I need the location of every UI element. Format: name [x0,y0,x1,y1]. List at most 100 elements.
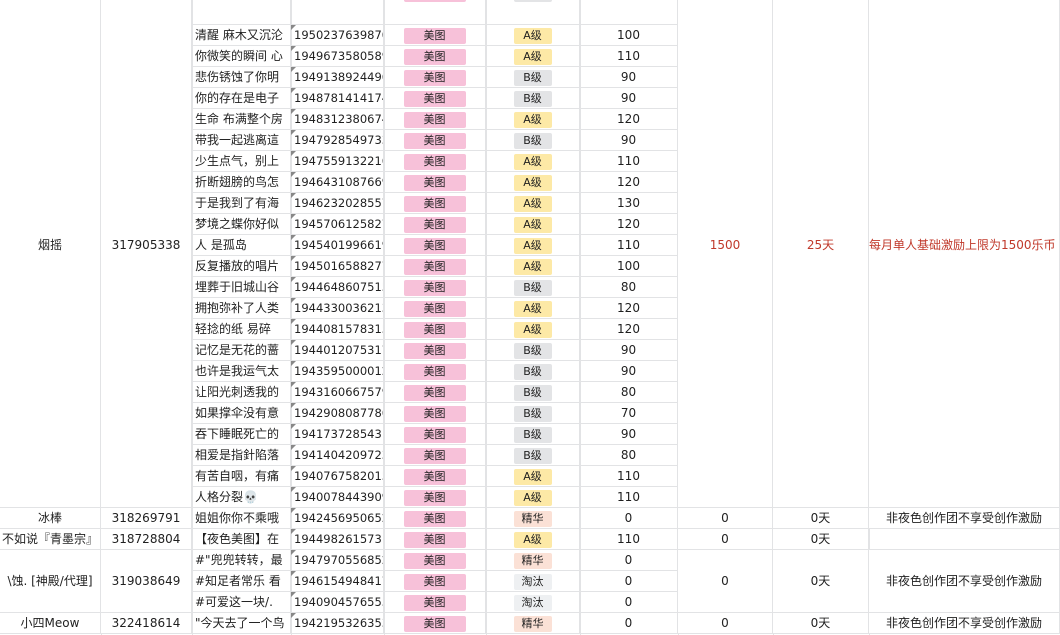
grade-cell[interactable]: B级 [486,340,580,361]
title-cell[interactable]: 人格分裂💀 [192,487,291,508]
score-cell[interactable]: 120 [580,109,678,130]
category-cell[interactable]: 美图 [384,0,486,25]
id-cell[interactable]: 19443300362136 [291,298,384,319]
category-cell[interactable]: 美图 [384,298,486,319]
score-cell[interactable]: 90 [580,0,678,25]
title-cell[interactable]: #可爱这一块/. [192,592,291,613]
uid-cell[interactable]: 322418614 [101,613,192,634]
title-cell[interactable]: 生命 布满整个房 [192,109,291,130]
id-cell[interactable]: 19479285497339 [291,130,384,151]
score-cell[interactable]: 90 [580,340,678,361]
grade-cell[interactable]: B级 [486,0,580,25]
score-cell[interactable]: 120 [580,172,678,193]
title-cell[interactable]: 人 是孤岛 [192,235,291,256]
days-cell[interactable]: 0天 [773,550,869,613]
category-cell[interactable]: 美图 [384,592,486,613]
grade-cell[interactable]: A级 [486,193,580,214]
grade-cell[interactable]: A级 [486,172,580,193]
uid-cell[interactable]: 318269791 [101,508,192,529]
title-cell[interactable]: 吞下睡眠死亡的 [192,424,291,445]
title-cell[interactable]: 有苦自咽，有痛 [192,466,291,487]
category-cell[interactable]: 美图 [384,319,486,340]
category-cell[interactable]: 美图 [384,487,486,508]
title-cell[interactable]: #"兜兜转转，最 [192,550,291,571]
note-cell[interactable]: 每月单人基础激励上限为1500乐币 [869,0,1060,508]
title-cell[interactable]: 拥抱弥补了人类 [192,298,291,319]
grade-cell[interactable]: B级 [486,67,580,88]
id-cell[interactable]: 19417372854310 [291,424,384,445]
score-cell[interactable]: 100 [580,256,678,277]
id-cell[interactable]: 19450165882779 [291,256,384,277]
note-cell[interactable]: 非夜色创作团不享受创作激励 [869,550,1060,613]
id-cell[interactable]: 19400784439095 [291,487,384,508]
grade-cell[interactable]: B级 [486,88,580,109]
title-cell[interactable]: 让阳光刺透我的 [192,382,291,403]
title-cell[interactable]: 清醒 麻木又沉沦 [192,25,291,46]
note-cell[interactable] [869,529,1060,550]
score-cell[interactable]: 110 [580,466,678,487]
grade-cell[interactable]: A级 [486,25,580,46]
grade-cell[interactable]: A级 [486,151,580,172]
id-cell[interactable]: 19457061258273 [291,214,384,235]
grade-cell[interactable]: B级 [486,445,580,466]
category-cell[interactable]: 美图 [384,235,486,256]
grade-cell[interactable]: A级 [486,256,580,277]
uid-cell[interactable]: 319038649 [101,550,192,613]
id-cell[interactable]: 19409045765552 [291,592,384,613]
id-cell[interactable]: 19502376398704 [291,25,384,46]
title-cell[interactable]: 你的存在是电子 [192,88,291,109]
days-cell[interactable]: 0天 [773,508,869,529]
grade-cell[interactable]: A级 [486,466,580,487]
score-cell[interactable]: 90 [580,67,678,88]
amount-cell[interactable]: 0 [678,550,773,613]
uid-cell[interactable]: 317905338 [101,0,192,508]
category-cell[interactable]: 美图 [384,571,486,592]
category-cell[interactable]: 美图 [384,445,486,466]
score-cell[interactable]: 120 [580,319,678,340]
id-cell[interactable]: 19424569506523 [291,508,384,529]
id-cell[interactable]: 19475591322164 [291,151,384,172]
grade-cell[interactable]: B级 [486,130,580,151]
score-cell[interactable]: 100 [580,25,678,46]
category-cell[interactable]: 美图 [384,613,486,634]
score-cell[interactable]: 120 [580,298,678,319]
category-cell[interactable]: 美图 [384,361,486,382]
id-cell[interactable]: 19429080877861 [291,403,384,424]
grade-cell[interactable]: B级 [486,382,580,403]
id-cell[interactable]: 19454019966197 [291,235,384,256]
author-cell[interactable]: 烟摇 [0,0,101,508]
uid-cell[interactable]: 318728804 [101,529,192,550]
amount-cell[interactable]: 0 [678,613,773,634]
id-cell[interactable]: 19446486075152 [291,277,384,298]
id-cell[interactable]: 19435950000129 [291,361,384,382]
score-cell[interactable]: 110 [580,151,678,172]
grade-cell[interactable]: A级 [486,487,580,508]
id-cell[interactable]: 19479705568528 [291,550,384,571]
id-cell[interactable]: 19421953263536 [291,613,384,634]
category-cell[interactable]: 美图 [384,508,486,529]
amount-cell[interactable]: 0 [678,508,773,529]
grade-cell[interactable]: 淘汰 [486,592,580,613]
title-cell[interactable]: "今天去了一个鸟 [192,613,291,634]
note-cell[interactable]: 非夜色创作团不享受创作激励 [869,508,1060,529]
score-cell[interactable]: 80 [580,277,678,298]
score-cell[interactable]: 0 [580,508,678,529]
category-cell[interactable]: 美图 [384,67,486,88]
grade-cell[interactable]: A级 [486,529,580,550]
category-cell[interactable]: 美图 [384,382,486,403]
category-cell[interactable]: 美图 [384,130,486,151]
category-cell[interactable]: 美图 [384,214,486,235]
id-cell[interactable]: 19407675820156 [291,466,384,487]
grade-cell[interactable]: 精华 [486,550,580,571]
title-cell[interactable]: 悲伤锈蚀了你明 [192,67,291,88]
score-cell[interactable]: 0 [580,550,678,571]
grade-cell[interactable]: B级 [486,424,580,445]
title-cell[interactable]: #知足者常乐 看 [192,571,291,592]
title-cell[interactable]: "荆棘刺破胸膛, [192,0,291,25]
id-cell[interactable]: 19461549484178 [291,571,384,592]
grade-cell[interactable]: 精华 [486,508,580,529]
category-cell[interactable]: 美图 [384,529,486,550]
title-cell[interactable]: 梦境之蝶你好似 [192,214,291,235]
category-cell[interactable]: 美图 [384,88,486,109]
grade-cell[interactable]: A级 [486,109,580,130]
